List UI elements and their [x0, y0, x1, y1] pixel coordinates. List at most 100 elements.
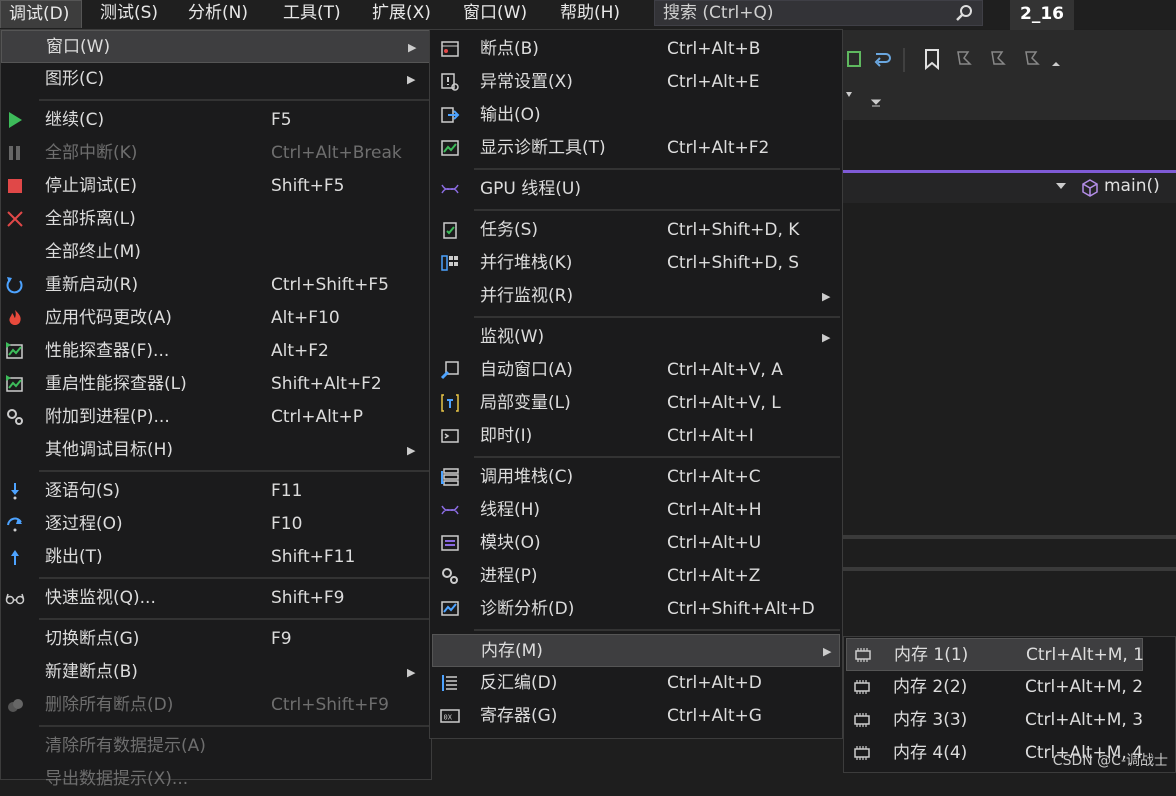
debug-menu-item-shortcut: Alt+F10 [271, 308, 340, 328]
step-into-icon [11, 483, 19, 500]
debug-menu-item[interactable]: 逐语句(S) F11 [1, 475, 431, 508]
window-menu-item-label: 局部变量(L) [480, 393, 571, 413]
memory-menu-item[interactable]: 内存 2(2) Ctrl+Alt+M, 2 [844, 671, 1175, 704]
debug-menu-item-label: 重新启动(R) [45, 275, 139, 295]
debug-menu-item[interactable]: 继续(C) F5 [1, 104, 431, 137]
debug-menu-item[interactable]: 停止调试(E) Shift+F5 [1, 170, 431, 203]
toolbar-icons [847, 48, 1060, 72]
memory-chip-icon [854, 680, 870, 694]
debug-menu: 窗口(W) ▶ 图形(C) ▶ 继续(C) F5 全部中断(K) Ctrl+Alt+Break… [0, 29, 432, 789]
debug-menu-item[interactable]: 性能探查器(F)... Alt+F2 [1, 335, 431, 368]
window-menu-item[interactable]: 并行堆栈(K) Ctrl+Shift+D, S [430, 247, 842, 280]
registers-icon: 0X [440, 709, 460, 723]
debug-menu-item-label: 全部拆离(L) [45, 209, 136, 229]
menu-help[interactable]: 帮助(H) [552, 0, 628, 28]
debug-menu-item-label: 停止调试(E) [45, 176, 138, 196]
window-menu-item-label: 显示诊断工具(T) [480, 138, 606, 158]
search-placeholder: 搜索 (Ctrl+Q) [663, 3, 774, 23]
toolbar-dropdown-icons [846, 92, 882, 107]
menu-separator [474, 456, 840, 458]
window-menu-item-label: 诊断分析(D) [480, 599, 575, 619]
menu-window[interactable]: 窗口(W) [455, 0, 535, 28]
debug-menu-item-label: 删除所有断点(D) [45, 695, 174, 715]
memory-menu-item[interactable]: 内存 1(1) Ctrl+Alt+M, 1 [846, 638, 1144, 671]
debug-menu-item-label: 性能探查器(F)... [45, 341, 170, 361]
debug-menu-item[interactable]: 跳出(T) Shift+F11 [1, 541, 431, 574]
window-menu-item-label: 断点(B) [480, 39, 539, 59]
window-menu-item[interactable]: 进程(P) Ctrl+Alt+Z [430, 560, 842, 593]
chevron-right-icon: ▶ [822, 290, 831, 303]
output-icon [441, 107, 460, 123]
autos-icon [440, 361, 459, 380]
window-menu-item[interactable]: 输出(O) [430, 99, 842, 132]
debug-menu-item-shortcut: Shift+F11 [271, 547, 356, 567]
window-menu-item[interactable]: 模块(O) Ctrl+Alt+U [430, 527, 842, 560]
window-menu-item[interactable]: 自动窗口(A) Ctrl+Alt+V, A [430, 354, 842, 387]
menu-test[interactable]: 测试(S) [92, 0, 166, 28]
window-menu-item[interactable]: 0X 寄存器(G) Ctrl+Alt+G [430, 700, 842, 733]
window-menu-item[interactable]: GPU 线程(U) [430, 173, 842, 206]
debug-menu-item[interactable]: 应用代码更改(A) Alt+F10 [1, 302, 431, 335]
debug-menu-item-label: 逐过程(O) [45, 514, 123, 534]
debug-menu-item[interactable]: 附加到进程(P)... Ctrl+Alt+P [1, 401, 431, 434]
debug-menu-item[interactable]: 其他调试目标(H) ▶ [1, 434, 431, 467]
window-menu-item-label: 线程(H) [480, 500, 541, 520]
debug-menu-item[interactable]: 重新启动(R) Ctrl+Shift+F5 [1, 269, 431, 302]
menu-separator [474, 168, 840, 170]
window-menu-item[interactable]: 内存(M) ▶ [432, 634, 840, 667]
debug-menu-item[interactable]: 快速监视(Q)... Shift+F9 [1, 582, 431, 615]
window-menu-item[interactable]: 监视(W) ▶ [430, 321, 842, 354]
splitter [840, 567, 1176, 571]
menu-analyze[interactable]: 分析(N) [180, 0, 256, 28]
chevron-down-icon[interactable] [1056, 183, 1066, 191]
immediate-icon [441, 429, 459, 443]
debug-menu-item-label: 继续(C) [45, 110, 105, 130]
menu-extensions[interactable]: 扩展(X) [364, 0, 439, 28]
debug-menu-item[interactable]: 重启性能探查器(L) Shift+Alt+F2 [1, 368, 431, 401]
restart-icon [6, 277, 23, 294]
debug-menu-item[interactable]: 图形(C) ▶ [1, 63, 431, 96]
chevron-right-icon: ▶ [407, 444, 416, 457]
debug-menu-item[interactable]: 逐过程(O) F10 [1, 508, 431, 541]
window-menu-item[interactable]: 断点(B) Ctrl+Alt+B [430, 33, 842, 66]
window-menu-item[interactable]: 异常设置(X) Ctrl+Alt+E [430, 66, 842, 99]
solution-name: 2_16 [1010, 0, 1074, 30]
menu-tools[interactable]: 工具(T) [275, 0, 349, 28]
window-menu-item-label: 调用堆栈(C) [480, 467, 574, 487]
debug-menu-item[interactable]: 全部终止(M) [1, 236, 431, 269]
diagnostic-analysis-icon [441, 601, 459, 616]
modules-icon [441, 535, 459, 551]
window-menu-item-label: 任务(S) [480, 220, 539, 240]
window-menu-item[interactable]: 反汇编(D) Ctrl+Alt+D [430, 667, 842, 700]
window-menu-item[interactable]: 显示诊断工具(T) Ctrl+Alt+F2 [430, 132, 842, 165]
menu-separator [39, 470, 429, 472]
debug-menu-item[interactable]: 全部拆离(L) [1, 203, 431, 236]
debug-menu-item-label: 新建断点(B) [45, 662, 138, 682]
delete-breakpoints-icon [8, 699, 23, 712]
locals-icon [441, 394, 459, 412]
window-menu-item[interactable]: 并行监视(R) ▶ [430, 280, 842, 313]
debug-menu-item[interactable]: 新建断点(B) ▶ [1, 656, 431, 689]
window-menu-item-shortcut: Ctrl+Alt+H [667, 500, 762, 520]
memory-menu-item-label: 内存 3(3) [893, 710, 968, 730]
debug-menu-item[interactable]: 切换断点(G) F9 [1, 623, 431, 656]
window-menu-item[interactable]: 即时(I) Ctrl+Alt+I [430, 420, 842, 453]
window-menu-item[interactable]: 任务(S) Ctrl+Shift+D, K [430, 214, 842, 247]
menu-debug[interactable]: 调试(D) [0, 0, 82, 28]
window-menu-item[interactable]: 诊断分析(D) Ctrl+Shift+Alt+D [430, 593, 842, 626]
search-box[interactable]: 搜索 (Ctrl+Q) [654, 0, 983, 26]
window-menu-item[interactable]: 局部变量(L) Ctrl+Alt+V, L [430, 387, 842, 420]
debug-menu-item[interactable]: 窗口(W) ▶ [1, 30, 431, 63]
window-menu-item[interactable]: 线程(H) Ctrl+Alt+H [430, 494, 842, 527]
memory-menu-item[interactable]: 内存 3(3) Ctrl+Alt+M, 3 [844, 704, 1175, 737]
debug-menu-item-label: 应用代码更改(A) [45, 308, 172, 328]
play-icon [9, 112, 22, 128]
window-menu-item[interactable]: 调用堆栈(C) Ctrl+Alt+C [430, 461, 842, 494]
pause-icon [9, 146, 20, 160]
chevron-right-icon: ▶ [823, 645, 832, 658]
window-menu-item-shortcut: Ctrl+Alt+I [667, 426, 754, 446]
function-name[interactable]: main() [1104, 176, 1160, 196]
debug-menu-item-label: 图形(C) [45, 69, 105, 89]
navigation-bar[interactable]: main() [840, 173, 1176, 203]
debug-menu-item-shortcut: F10 [271, 514, 303, 534]
